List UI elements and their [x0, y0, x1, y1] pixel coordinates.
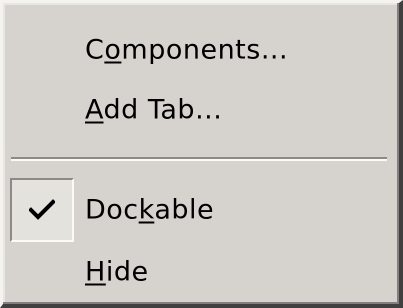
menu-separator: [11, 157, 387, 161]
accelerator-key: k: [138, 194, 155, 226]
label-prefix: Doc: [85, 194, 139, 226]
menu-item-dockable-label: Dockable: [85, 195, 214, 226]
label-suffix: able: [154, 194, 215, 226]
menu-item-components[interactable]: Components...: [7, 25, 393, 75]
menu-item-add-tab-label: Add Tab...: [85, 95, 222, 126]
menu-item-hide-label: Hide: [85, 257, 149, 288]
label-suffix: mponents...: [121, 34, 289, 66]
accelerator-key: o: [104, 34, 122, 66]
accelerator-key: A: [85, 94, 104, 126]
label-suffix: dd Tab...: [103, 94, 223, 126]
label-prefix: C: [85, 34, 105, 66]
menu-item-components-label: Components...: [85, 35, 288, 66]
context-menu: Components... Add Tab... Dockable Hide: [0, 0, 403, 308]
accelerator-key: H: [85, 256, 106, 288]
check-icon: [10, 178, 74, 242]
label-suffix: ide: [105, 256, 149, 288]
menu-item-dockable[interactable]: Dockable: [7, 178, 393, 242]
menu-item-hide[interactable]: Hide: [7, 247, 393, 297]
menu-item-add-tab[interactable]: Add Tab...: [7, 85, 393, 135]
